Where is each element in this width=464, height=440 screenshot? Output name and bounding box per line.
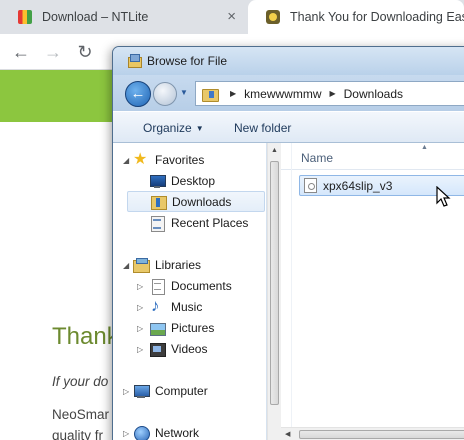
nav-computer[interactable]: Computer — [133, 380, 263, 401]
address-row: ← ▼ ▶ kmewwwmmw ▶ Downloads — [113, 75, 464, 111]
organize-label: Organize — [143, 121, 192, 135]
desktop-icon — [149, 173, 166, 189]
navigation-scrollbar[interactable]: ▲ — [267, 143, 281, 440]
nav-label: Desktop — [171, 173, 216, 188]
scrollbar-thumb[interactable] — [270, 161, 279, 405]
nav-label: Downloads — [172, 194, 232, 209]
page-heading: Thank — [52, 323, 119, 350]
new-folder-button[interactable]: New folder — [234, 121, 291, 135]
sort-ascending-icon: ▲ — [421, 144, 428, 151]
expand-arrow-icon[interactable]: ▷ — [137, 303, 143, 312]
scroll-left-arrow-icon[interactable]: ◀ — [285, 430, 290, 438]
ntlite-favicon-icon — [18, 10, 32, 24]
nav-favorites[interactable]: Favorites — [133, 149, 263, 170]
dialog-titlebar[interactable]: Browse for File — [113, 47, 464, 75]
breadcrumb-user[interactable]: kmewwwmmw — [244, 87, 321, 101]
scroll-up-arrow-icon[interactable]: ▲ — [271, 147, 278, 154]
network-globe-icon — [133, 425, 150, 440]
scrollbar-thumb[interactable] — [299, 430, 464, 439]
downloads-folder-icon — [202, 87, 219, 102]
expand-arrow-icon[interactable]: ▷ — [137, 324, 143, 333]
expand-arrow-icon[interactable]: ▷ — [137, 345, 143, 354]
chevron-down-icon: ▼ — [195, 124, 204, 133]
address-bar[interactable]: ▶ kmewwwmmw ▶ Downloads — [195, 81, 464, 106]
nav-label: Music — [171, 299, 203, 314]
tab-title: Thank You for Downloading Easy — [290, 10, 464, 24]
downloads-folder-icon — [150, 194, 167, 210]
collapse-arrow-icon[interactable]: ◢ — [123, 156, 129, 165]
dialog-title: Browse for File — [147, 54, 228, 68]
mouse-pointer-icon — [436, 186, 451, 207]
nav-videos[interactable]: Videos — [149, 338, 263, 359]
navigation-pane: ◢ Favorites Desktop Downloads Recent Pla… — [113, 143, 267, 440]
tab-thank-you[interactable]: Thank You for Downloading Easy — [248, 0, 464, 34]
documents-icon — [149, 278, 165, 295]
nav-label: Documents — [171, 278, 232, 293]
expand-arrow-icon[interactable]: ▷ — [123, 429, 129, 438]
expand-arrow-icon[interactable]: ▷ — [123, 387, 129, 396]
videos-icon — [149, 341, 166, 357]
computer-icon — [133, 383, 150, 399]
browse-folder-icon — [127, 54, 142, 68]
nav-music[interactable]: Music — [149, 296, 263, 317]
recent-places-icon — [149, 215, 165, 232]
music-note-icon — [149, 296, 165, 316]
reload-icon[interactable]: ↻ — [74, 41, 96, 63]
tab-title: Download – NTLite — [42, 10, 149, 24]
nav-libraries[interactable]: Libraries — [133, 254, 263, 275]
browser-tab-strip: Download – NTLite × Thank You for Downlo… — [0, 0, 464, 34]
organize-button[interactable]: Organize ▼ — [143, 121, 204, 135]
nav-documents[interactable]: Documents — [149, 275, 263, 296]
pictures-icon — [149, 320, 166, 336]
back-button[interactable]: ← — [125, 81, 151, 107]
column-divider — [291, 143, 292, 440]
column-header-name[interactable]: ▲ Name — [281, 143, 464, 170]
favorites-star-icon — [133, 149, 149, 169]
neosmart-favicon-icon — [266, 10, 280, 24]
nav-downloads[interactable]: Downloads — [127, 191, 265, 212]
collapse-arrow-icon[interactable]: ◢ — [123, 261, 129, 270]
column-name-label: Name — [301, 151, 334, 165]
nav-recent-places[interactable]: Recent Places — [149, 212, 263, 233]
nav-label: Libraries — [155, 257, 202, 272]
back-arrow-icon[interactable]: ← — [10, 41, 32, 63]
nav-label: Computer — [155, 383, 208, 398]
nav-label: Pictures — [171, 320, 215, 335]
nav-label: Recent Places — [171, 215, 249, 230]
breadcrumb-downloads[interactable]: Downloads — [344, 87, 403, 101]
tab-close-icon[interactable]: × — [227, 9, 236, 25]
forward-arrow-icon[interactable]: → — [42, 41, 64, 63]
breadcrumb-separator-icon[interactable]: ▶ — [329, 89, 335, 98]
forward-button[interactable] — [153, 82, 177, 106]
command-bar: Organize ▼ New folder — [113, 111, 464, 143]
nav-network[interactable]: Network — [133, 422, 263, 440]
file-name: xpx64slip_v3 — [323, 178, 393, 193]
tab-ntlite-download[interactable]: Download – NTLite × — [0, 0, 248, 34]
nav-label: Network — [155, 425, 200, 440]
browse-for-file-dialog: Browse for File ← ▼ ▶ kmewwwmmw ▶ Downlo… — [112, 46, 464, 440]
horizontal-scrollbar[interactable]: ◀ — [281, 427, 464, 440]
nav-label: Videos — [171, 341, 208, 356]
nav-desktop[interactable]: Desktop — [149, 170, 263, 191]
page-intro-text: If your do — [52, 374, 109, 389]
page-body-text: NeoSmar — [52, 407, 110, 422]
breadcrumb-separator-icon[interactable]: ▶ — [230, 89, 236, 98]
expand-arrow-icon[interactable]: ▷ — [137, 282, 143, 291]
recent-locations-dropdown-icon[interactable]: ▼ — [180, 87, 190, 99]
nav-pictures[interactable]: Pictures — [149, 317, 263, 338]
file-icon — [304, 178, 317, 193]
page-body-text: quality fr — [52, 428, 104, 440]
nav-label: Favorites — [155, 152, 205, 167]
libraries-icon — [133, 257, 150, 273]
